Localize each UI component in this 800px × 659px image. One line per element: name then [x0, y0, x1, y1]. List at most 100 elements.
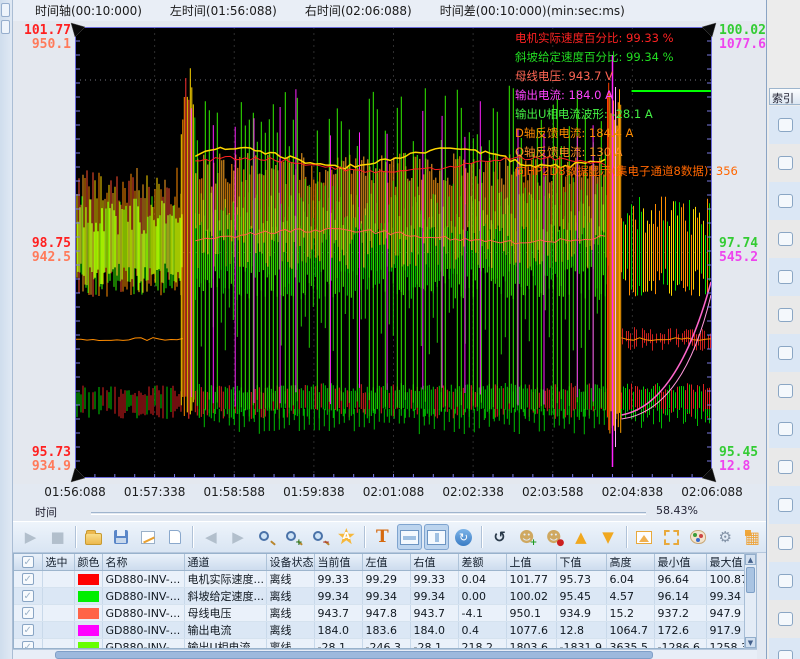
snapshot-image-button[interactable] [631, 524, 656, 550]
dock-handle-icon[interactable] [1, 3, 10, 17]
table-row[interactable]: ✓GD880-INV-...电机实际速度...离线99.3399.2999.33… [14, 571, 757, 588]
col-header-8[interactable]: 右值 [410, 554, 458, 571]
col-header-11[interactable]: 下值 [556, 554, 606, 571]
sidebar-checkbox[interactable] [778, 612, 793, 626]
table-row[interactable]: ✓GD880-INV-...输出电流离线184.0183.6184.00.410… [14, 622, 757, 639]
row-checkbox[interactable]: ✓ [22, 607, 34, 619]
waveform-plot[interactable]: 电机实际速度百分比: 99.33 %斜坡给定速度百分比: 99.34 %母线电压… [75, 27, 712, 478]
palette-button[interactable] [686, 524, 711, 550]
sidebar-checkbox[interactable] [778, 118, 793, 132]
cell-current: 943.7 [314, 605, 362, 622]
settings-pen-button[interactable]: ⚙ [713, 524, 738, 550]
highlight-a-button[interactable]: A [334, 524, 359, 550]
sidebar-title-tab[interactable]: 索引 [769, 88, 800, 105]
sidebar-checkbox[interactable] [778, 156, 793, 170]
sidebar-checkbox[interactable] [778, 650, 793, 659]
stop-button[interactable]: ■ [45, 524, 70, 550]
history-button[interactable]: ↺ [487, 524, 512, 550]
cell-current: 184.0 [314, 622, 362, 639]
table-row[interactable]: ✓GD880-INV-...母线电压离线943.7947.8943.7-4.19… [14, 605, 757, 622]
row-checkbox[interactable]: ✓ [22, 573, 34, 585]
zoom-out-badge-icon: − [322, 539, 330, 548]
edit-note-button[interactable] [135, 524, 160, 550]
cell-right: 184.0 [410, 622, 458, 639]
grid-layout-icon [745, 530, 760, 545]
cell-status: 离线 [266, 622, 314, 639]
add-channel-user-badge-icon: + [530, 539, 538, 548]
play-button[interactable]: ▶ [18, 524, 43, 550]
col-header-5[interactable]: 设备状态 [266, 554, 314, 571]
cell-top: 100.02 [506, 588, 556, 605]
nav-back-button[interactable]: ◀ [198, 524, 223, 550]
zoom-out-button[interactable]: − [307, 524, 332, 550]
sidebar-checkbox[interactable] [778, 536, 793, 550]
fit-screen-button[interactable] [659, 524, 684, 550]
sidebar-checkbox[interactable] [778, 384, 793, 398]
zoom-in-button[interactable]: + [280, 524, 305, 550]
sidebar-checkbox[interactable] [778, 232, 793, 246]
open-folder-button[interactable] [81, 524, 106, 550]
sync-icon: ↻ [455, 529, 472, 546]
import-down-button[interactable]: ▼ [595, 524, 620, 550]
col-header-4[interactable]: 通道 [184, 554, 266, 571]
toolbar-separator [481, 526, 482, 548]
col-header-2[interactable]: 颜色 [74, 554, 102, 571]
hscrollbar-thumb[interactable] [55, 651, 653, 659]
col-header-7[interactable]: 左值 [362, 554, 410, 571]
sidebar-checkbox[interactable] [778, 270, 793, 284]
sidebar-checkbox[interactable] [778, 498, 793, 512]
cell-left: 99.34 [362, 588, 410, 605]
cell-left: -246.3 [362, 639, 410, 650]
remove-channel-user-button[interactable]: ☻● [541, 524, 566, 550]
table-horizontal-scrollbar[interactable] [13, 649, 757, 659]
select-all-checkbox[interactable]: ✓ [22, 556, 34, 568]
row-checkbox[interactable]: ✓ [22, 624, 34, 636]
sidebar-row [769, 638, 800, 659]
sidebar-checkbox[interactable] [778, 308, 793, 322]
vertical-cursor-button[interactable] [424, 524, 449, 550]
time-slider-label: 时间 [35, 504, 57, 520]
col-header-1[interactable]: 选中 [42, 554, 74, 571]
col-header-0[interactable]: ✓ [14, 554, 42, 571]
horizontal-cursor-button[interactable] [397, 524, 422, 550]
grid-layout-button[interactable] [740, 524, 765, 550]
sidebar-checkbox[interactable] [778, 460, 793, 474]
save-button[interactable] [108, 524, 133, 550]
cell-height: 4.57 [606, 588, 654, 605]
export-up-button[interactable]: ▲ [568, 524, 593, 550]
x-tick-label: 02:02:338 [442, 485, 504, 499]
add-channel-user-button[interactable]: ☻+ [514, 524, 539, 550]
sidebar-checkbox[interactable] [778, 194, 793, 208]
sidebar-checkbox[interactable] [778, 346, 793, 360]
sidebar-checkbox[interactable] [778, 422, 793, 436]
col-header-6[interactable]: 当前值 [314, 554, 362, 571]
sidebar-checkbox[interactable] [778, 574, 793, 588]
cell-min: 937.2 [654, 605, 706, 622]
table-vertical-scrollbar[interactable]: ▲ ▼ [744, 553, 757, 649]
sync-button[interactable]: ↻ [451, 524, 476, 550]
row-checkbox[interactable]: ✓ [22, 590, 34, 602]
dock-handle-icon[interactable] [1, 20, 10, 34]
scroll-down-icon[interactable]: ▼ [745, 637, 756, 648]
cell-bottom: 12.8 [556, 622, 606, 639]
scroll-up-icon[interactable]: ▲ [745, 554, 756, 565]
zoom-search-button[interactable] [253, 524, 278, 550]
cell-right: 99.34 [410, 588, 458, 605]
palette-icon [690, 530, 706, 544]
cell-right: -28.1 [410, 639, 458, 650]
paste-page-button[interactable] [162, 524, 187, 550]
text-label-button[interactable]: T [370, 524, 395, 550]
col-header-3[interactable]: 名称 [102, 554, 184, 571]
nav-forward-button[interactable]: ▶ [225, 524, 250, 550]
col-header-13[interactable]: 最小值 [654, 554, 706, 571]
time-slider[interactable] [91, 512, 646, 515]
row-checkbox[interactable]: ✓ [22, 641, 34, 649]
col-header-12[interactable]: 高度 [606, 554, 654, 571]
table-row[interactable]: ✓GD880-INV-...斜坡给定速度...离线99.3499.3499.34… [14, 588, 757, 605]
history-icon: ↺ [493, 530, 506, 545]
cell-min: 96.64 [654, 571, 706, 588]
col-header-9[interactable]: 差额 [458, 554, 506, 571]
table-row[interactable]: ✓GD880-INV-...输出U相电流...离线-28.1-246.3-28.… [14, 639, 757, 650]
scrollbar-thumb[interactable] [746, 567, 755, 593]
col-header-10[interactable]: 上值 [506, 554, 556, 571]
